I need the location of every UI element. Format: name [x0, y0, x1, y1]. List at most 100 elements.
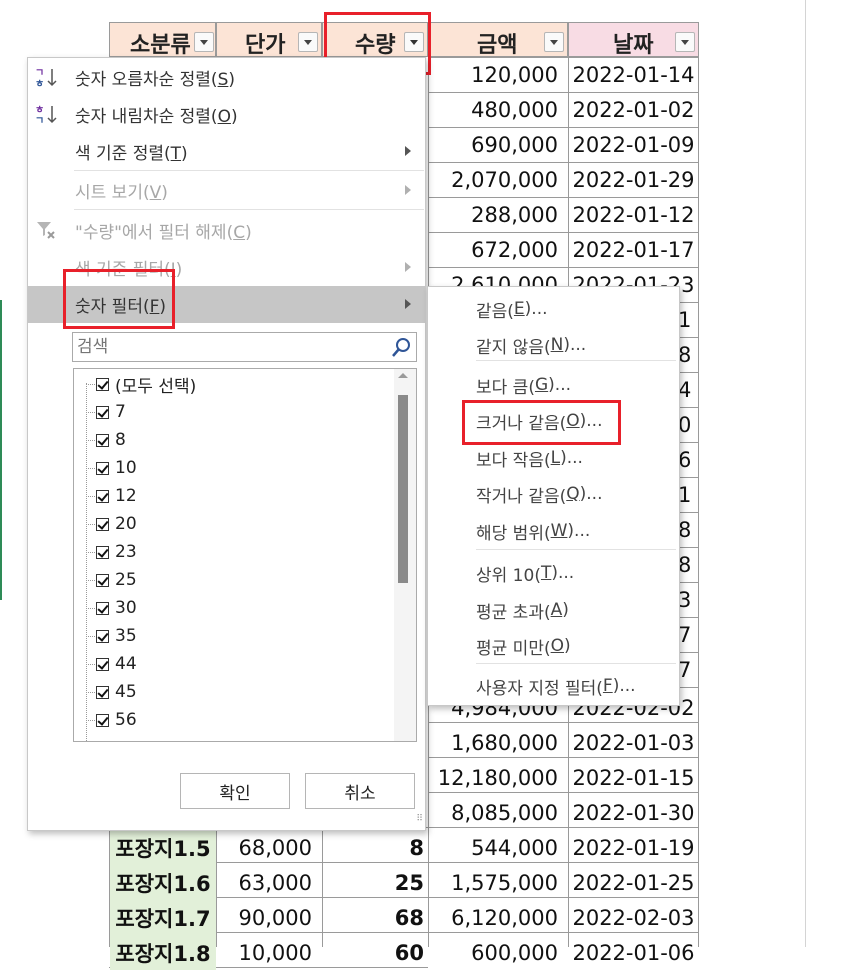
submenu-item[interactable]: 사용자 지정 필터(F)...: [476, 669, 636, 703]
value-checkbox[interactable]: 7: [96, 398, 126, 426]
checkbox-checked-icon[interactable]: [96, 573, 109, 587]
accesskey: T: [170, 143, 182, 164]
checkbox-label: 8: [115, 430, 126, 450]
amount-cell: 1,680,000: [451, 730, 558, 755]
accesskey: S: [217, 69, 229, 90]
filter-dropdown-button[interactable]: [675, 32, 695, 52]
submenu-item[interactable]: 보다 큼(G)...: [476, 368, 571, 402]
checkbox-label: 23: [115, 542, 137, 562]
filter-dropdown-button[interactable]: [544, 32, 564, 52]
submenu-item[interactable]: 같음(E)...: [476, 292, 548, 326]
accesskey: V: [149, 182, 162, 203]
svg-text:ㅎ: ㅎ: [35, 78, 44, 89]
tree-connector: [86, 412, 95, 413]
filter-dropdown-button-active[interactable]: [404, 32, 424, 52]
checkbox-checked-icon[interactable]: [96, 657, 109, 671]
checkbox-checked-icon[interactable]: [96, 713, 109, 727]
submenu-item[interactable]: 해당 범위(W)...: [476, 514, 590, 548]
checkbox-checked-icon[interactable]: [96, 601, 109, 615]
submenu-item[interactable]: 보다 작음(L)...: [476, 441, 583, 475]
menu-separator: [74, 209, 424, 210]
submenu-item[interactable]: 크거나 같음(O)...: [476, 404, 602, 438]
search-icon[interactable]: [390, 337, 412, 359]
value-checkbox[interactable]: 20: [96, 510, 137, 538]
submenu-item[interactable]: 상위 10(T)...: [476, 556, 574, 590]
value-checkbox[interactable]: 25: [96, 566, 137, 594]
label-end: ): [175, 259, 183, 280]
accesskey: C: [233, 222, 246, 243]
amount-cell: 2,070,000: [451, 167, 558, 192]
value-checkbox[interactable]: 30: [96, 594, 137, 622]
search-input[interactable]: [73, 333, 373, 361]
value-checkbox[interactable]: 23: [96, 538, 137, 566]
clear-filter-icon: [34, 218, 58, 242]
unit-price-cell: 90,000: [238, 905, 312, 930]
checkbox-label: 30: [115, 598, 137, 618]
label-text: 크거나 같음(: [476, 413, 567, 434]
label-end: ): [228, 69, 235, 90]
checkbox-checked-icon[interactable]: [96, 405, 109, 419]
filter-dropdown-button[interactable]: [298, 32, 318, 52]
label-end: ): [230, 106, 238, 127]
unit-price-cell: 10,000: [238, 940, 312, 965]
date-cell: 2022-01-09: [572, 132, 695, 157]
value-checkbox[interactable]: 56: [96, 706, 137, 734]
menu-item-sort-descending[interactable]: ㅎㄱ 숫자 내림차순 정렬(O): [28, 96, 425, 132]
scrollbar-thumb[interactable]: [398, 395, 408, 583]
menu-item-label: 숫자 내림차순 정렬(O): [75, 102, 238, 127]
filter-dropdown-button[interactable]: [194, 32, 214, 52]
date-cell-partial: 3: [678, 587, 692, 612]
checkbox-checked-icon[interactable]: [96, 517, 109, 531]
value-checkbox[interactable]: 10: [96, 454, 137, 482]
checkbox-label: 20: [115, 514, 137, 534]
label-text: 색 기준 정렬(: [75, 143, 171, 164]
filter-search-box[interactable]: [72, 332, 417, 362]
checkbox-checked-icon[interactable]: [96, 545, 109, 559]
menu-item-sort-ascending[interactable]: ㄱㅎ 숫자 오름차순 정렬(S): [28, 59, 425, 95]
date-cell: 2022-01-03: [572, 730, 695, 755]
date-cell-partial: 4: [678, 377, 692, 402]
svg-text:ㄱ: ㄱ: [35, 116, 44, 126]
label-end: )...: [567, 521, 591, 541]
checkbox-checked-icon[interactable]: [96, 685, 109, 699]
submenu-item[interactable]: 같지 않음(N)...: [476, 328, 586, 362]
tree-connector: [86, 440, 95, 441]
label-text: 색 기준 필터(: [75, 259, 171, 280]
submenu-item[interactable]: 작거나 같음(Q)...: [476, 477, 602, 511]
checkbox-checked-icon[interactable]: [96, 629, 109, 643]
checkbox-checked-icon[interactable]: [96, 461, 109, 475]
checkbox-checked-icon[interactable]: [96, 433, 109, 447]
header-subcategory-label: 소분류: [130, 33, 191, 58]
value-checkbox[interactable]: 8: [96, 426, 126, 454]
ok-button[interactable]: 확인: [180, 773, 290, 809]
value-checkbox[interactable]: 45: [96, 678, 137, 706]
menu-item-sort-by-color[interactable]: 색 기준 정렬(T): [28, 133, 425, 169]
checkbox-label: 35: [115, 626, 137, 646]
tree-connector: [86, 580, 95, 581]
resize-grip-icon[interactable]: ⠿: [411, 815, 423, 828]
scroll-up-arrow-icon[interactable]: [398, 373, 408, 378]
value-checkbox[interactable]: 44: [96, 650, 137, 678]
menu-item-filter-by-color: 색 기준 필터(I): [28, 249, 425, 285]
checkbox-label: 56: [115, 710, 137, 730]
scrollbar[interactable]: [394, 369, 416, 741]
submenu-item[interactable]: 평균 미만(O): [476, 629, 571, 663]
select-all-checkbox[interactable]: (모두 선택): [96, 370, 196, 398]
amount-cell: 1,575,000: [451, 870, 558, 895]
label-text: 작거나 같음(: [476, 486, 567, 507]
label-text: 숫자 내림차순 정렬(: [75, 106, 218, 127]
value-checkbox[interactable]: 12: [96, 482, 137, 510]
tree-connector: [86, 496, 95, 497]
checkbox-checked-icon[interactable]: [96, 377, 109, 391]
value-checkbox[interactable]: 35: [96, 622, 137, 650]
date-cell-partial: 6: [678, 447, 692, 472]
submenu-item[interactable]: 평균 초과(A): [476, 593, 569, 627]
menu-separator: [74, 170, 424, 171]
checkbox-checked-icon[interactable]: [96, 489, 109, 503]
label-text: 시트 보기(: [75, 182, 150, 203]
date-cell-partial: 8: [678, 342, 692, 367]
cancel-button[interactable]: 취소: [305, 773, 415, 809]
date-cell: 2022-01-29: [572, 167, 695, 192]
header-quantity-label: 수량: [355, 33, 396, 58]
menu-item-number-filters[interactable]: 숫자 필터(F): [28, 286, 425, 323]
